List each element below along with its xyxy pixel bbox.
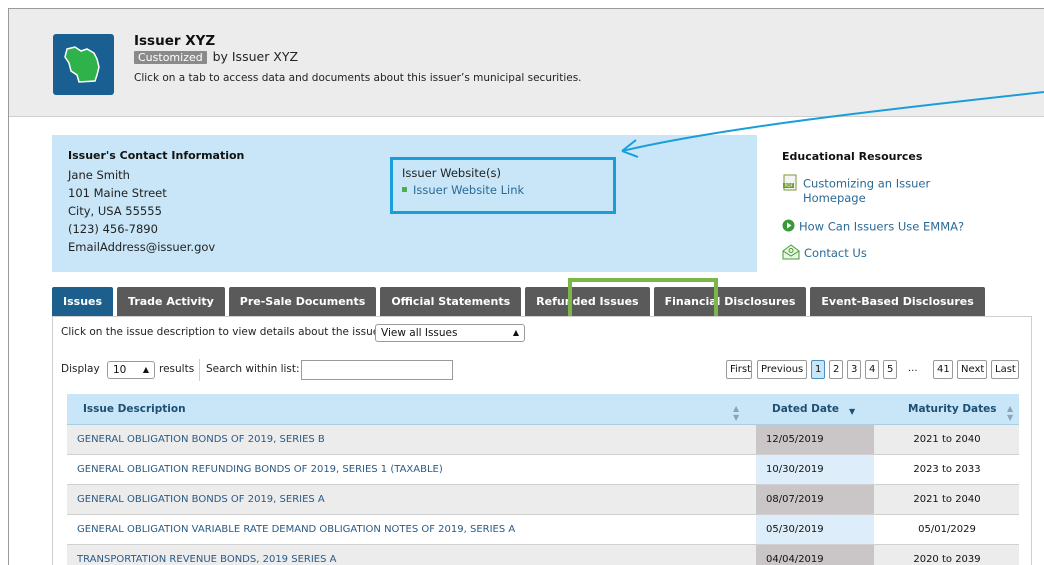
play-icon [782,219,795,235]
sort-icon[interactable]: ▲ ▼ [1007,404,1013,422]
how-issuers-use-text[interactable]: How Can Issuers Use EMMA? [799,220,964,234]
customized-line: Customized by Issuer XYZ [134,49,298,64]
dated-date-cell: 05/30/2019 [756,515,874,544]
maturity-dates-cell: 2021 to 2040 [913,494,981,505]
table-header: Issue Description ▲ ▼ Dated Date ▼ Maturi… [67,394,1019,425]
dated-date-cell: 08/07/2019 [756,485,874,514]
view-select-value: View all Issues [381,327,458,339]
maturity-dates-cell: 05/01/2029 [918,524,976,535]
state-map-icon [64,46,100,83]
issuer-logo [53,34,114,95]
tab-event-based-disclosures[interactable]: Event-Based Disclosures [810,287,985,316]
customized-badge: Customized [134,51,207,64]
contact-us-text[interactable]: Contact Us [804,246,867,260]
tab-issues[interactable]: Issues [52,287,114,316]
select-arrows-icon: ▲ [142,365,149,374]
tab-pre-sale-documents[interactable]: Pre-Sale Documents [228,287,377,316]
pager-page-1[interactable]: 1 [811,360,825,379]
display-count-value: 10 [113,364,127,376]
maturity-dates-cell: 2021 to 2040 [913,434,981,445]
website-highlight-box [390,157,616,214]
table-row[interactable]: GENERAL OBLIGATION REFUNDING BONDS OF 20… [67,455,1019,485]
pager-page-4[interactable]: 4 [865,360,879,379]
education-title: Educational Resources [782,150,923,163]
divider [199,359,200,381]
dated-date-cell: 10/30/2019 [756,455,874,484]
customizing-link-text[interactable]: Customizing an Issuer [803,177,930,191]
customized-by-text: by Issuer XYZ [212,49,299,64]
tab-bar: Issues Trade Activity Pre-Sale Documents… [52,287,989,316]
tab-trade-activity[interactable]: Trade Activity [117,287,225,316]
table-row[interactable]: GENERAL OBLIGATION BONDS OF 2019, SERIES… [67,425,1019,455]
pager-first-button[interactable]: First [726,360,752,379]
search-within-list-input[interactable] [301,360,453,380]
display-label: Display [61,363,100,375]
select-arrows-icon: ▲ [512,328,519,337]
issue-description-link[interactable]: TRANSPORTATION REVENUE BONDS, 2019 SERIE… [77,545,336,565]
mail-icon [782,244,800,263]
table-row[interactable]: GENERAL OBLIGATION VARIABLE RATE DEMAND … [67,515,1019,545]
pager-previous-button[interactable]: Previous [757,360,807,379]
col-issue-description[interactable]: Issue Description [83,394,186,425]
view-issues-select[interactable]: View all Issues ▲ [375,324,525,342]
issuer-name: Issuer XYZ [134,33,216,49]
sort-icon[interactable]: ▲ ▼ [733,404,739,422]
dated-date-cell: 04/04/2019 [756,545,874,565]
pager-next-button[interactable]: Next [957,360,987,379]
issue-description-link[interactable]: GENERAL OBLIGATION REFUNDING BONDS OF 20… [77,455,443,485]
header-instructions: Click on a tab to access data and docume… [134,72,582,84]
contact-city: City, USA 55555 [68,204,162,218]
table-row[interactable]: TRANSPORTATION REVENUE BONDS, 2019 SERIE… [67,545,1019,565]
col-maturity-dates[interactable]: Maturity Dates [908,394,997,425]
contact-us-link[interactable]: Contact Us [782,244,867,263]
pager-page-2[interactable]: 2 [829,360,843,379]
pager-last-button[interactable]: Last [991,360,1019,379]
col-dated-date[interactable]: Dated Date [772,394,839,425]
customizing-link-text-2[interactable]: Homepage [803,191,866,205]
contact-street: 101 Maine Street [68,186,167,200]
contact-name: Jane Smith [68,168,130,182]
issue-description-link[interactable]: GENERAL OBLIGATION VARIABLE RATE DEMAND … [77,515,515,545]
issue-hint: Click on the issue description to view d… [61,326,383,338]
tab-official-statements[interactable]: Official Statements [380,287,522,316]
dated-date-cell: 12/05/2019 [756,425,874,454]
issues-panel: Click on the issue description to view d… [52,316,1032,565]
sort-desc-icon[interactable]: ▼ [849,407,855,416]
svg-text:PDF: PDF [785,183,794,189]
pager-page-41[interactable]: 41 [933,360,953,379]
table-row[interactable]: GENERAL OBLIGATION BONDS OF 2019, SERIES… [67,485,1019,515]
issue-description-link[interactable]: GENERAL OBLIGATION BONDS OF 2019, SERIES… [77,485,325,515]
maturity-dates-cell: 2020 to 2039 [913,554,981,565]
pager-ellipsis: ... [908,363,918,374]
search-label: Search within list: [206,363,300,375]
how-issuers-use-link[interactable]: How Can Issuers Use EMMA? [782,219,964,235]
issuer-header: Issuer XYZ Customized by Issuer XYZ Clic… [9,9,1044,117]
contact-email: EmailAddress@issuer.gov [68,240,216,254]
display-count-select[interactable]: 10 ▲ [107,361,155,379]
maturity-dates-cell: 2023 to 2033 [913,464,981,475]
contact-phone: (123) 456-7890 [68,222,158,236]
contact-title: Issuer's Contact Information [68,149,245,162]
pager-page-3[interactable]: 3 [847,360,861,379]
results-label: results [159,363,195,375]
pager-page-5[interactable]: 5 [883,360,897,379]
issue-description-link[interactable]: GENERAL OBLIGATION BONDS OF 2019, SERIES… [77,425,325,455]
pdf-icon: PDF [782,174,799,194]
